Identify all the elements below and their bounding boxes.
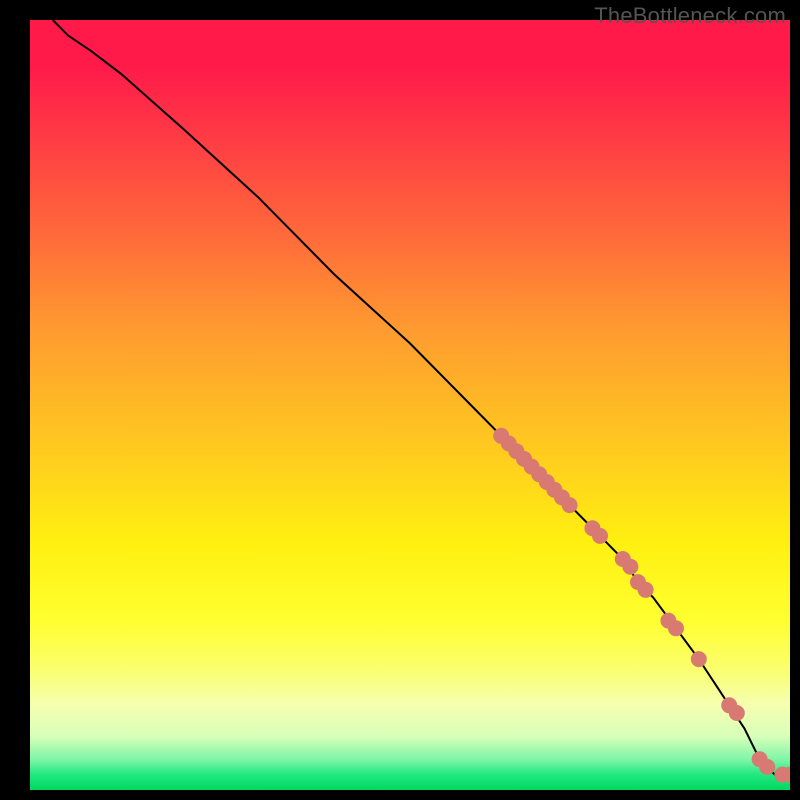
scatter-dot xyxy=(691,651,707,667)
watermark-text: TheBottleneck.com xyxy=(594,3,786,29)
bottleneck-curve xyxy=(53,20,790,775)
scatter-dot xyxy=(562,497,578,513)
scatter-dot xyxy=(668,620,684,636)
scatter-dot xyxy=(638,582,654,598)
scatter-dot xyxy=(592,528,608,544)
scatter-dot xyxy=(729,705,745,721)
scatter-dot xyxy=(622,559,638,575)
chart-svg xyxy=(30,20,790,790)
chart-frame xyxy=(30,20,790,790)
scatter-dot xyxy=(759,759,775,775)
